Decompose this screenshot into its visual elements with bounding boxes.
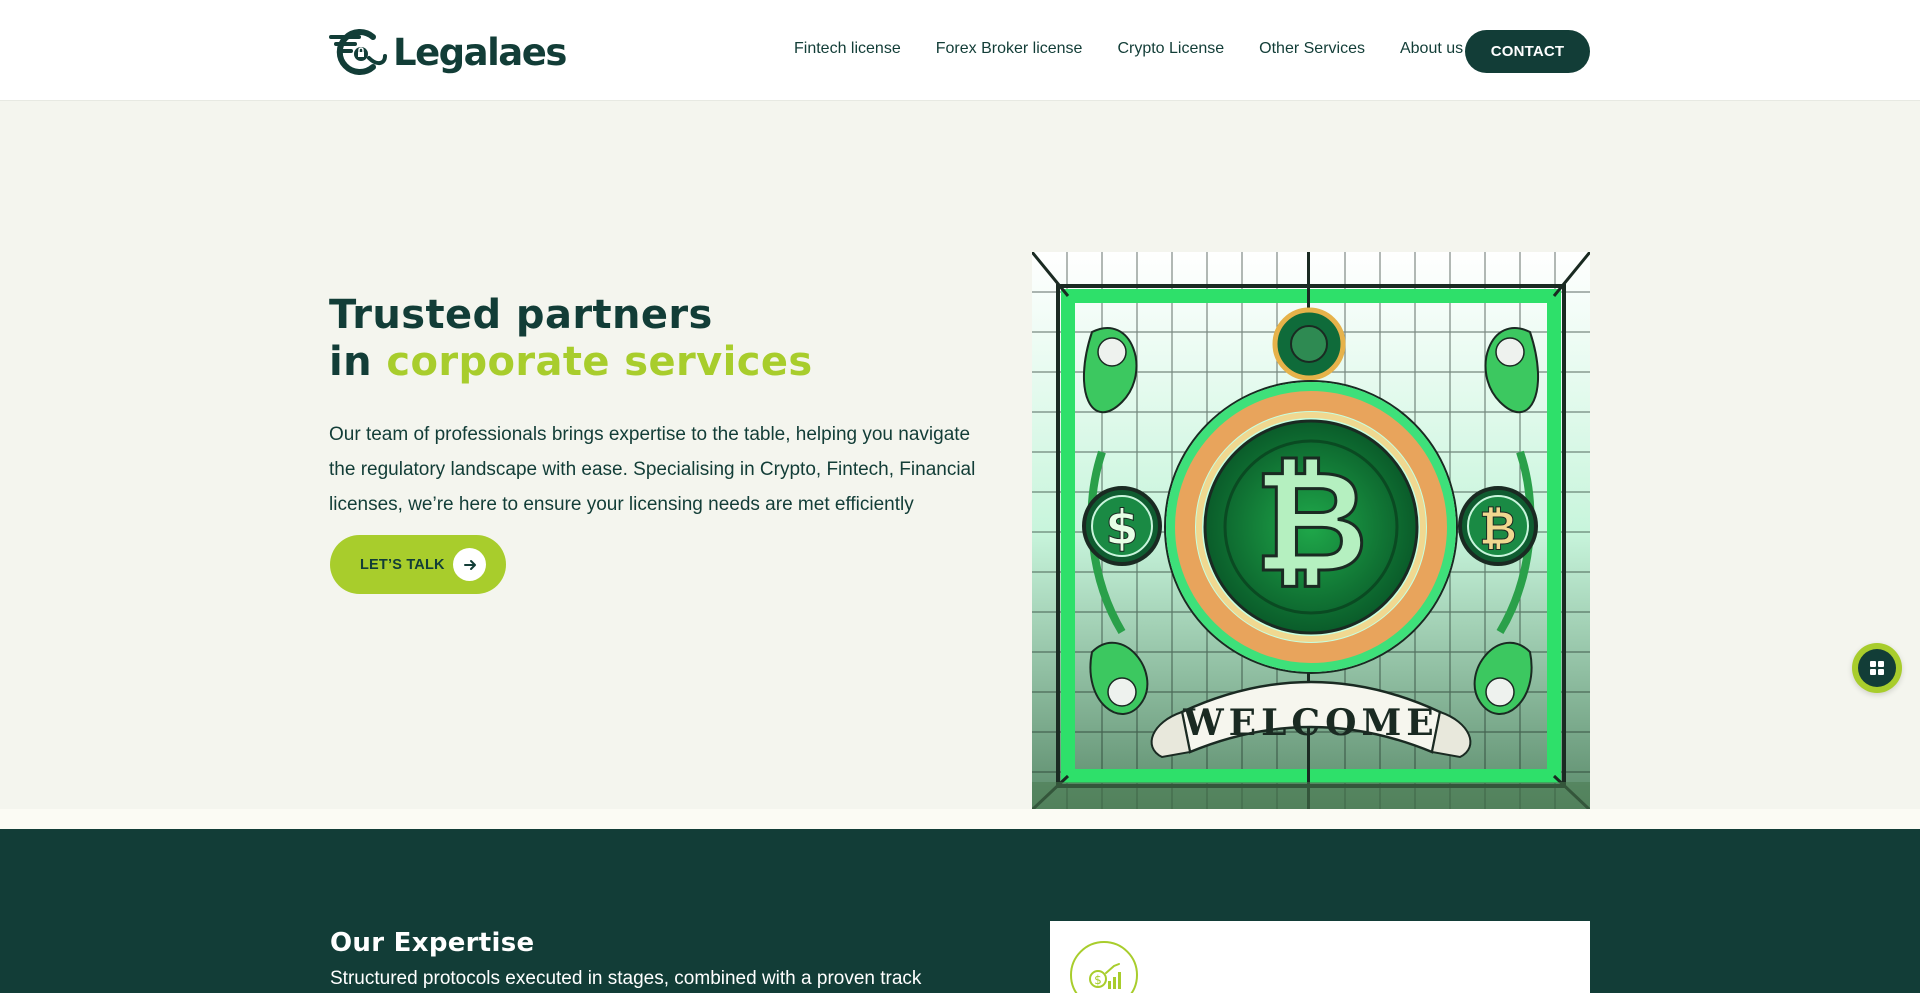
grid-icon — [1858, 649, 1896, 687]
hero-title-accent: corporate services — [386, 339, 813, 385]
lets-talk-label: LET’S TALK — [360, 556, 445, 573]
main-nav: Fintech license Forex Broker license Cry… — [794, 40, 1463, 58]
contact-button[interactable]: CONTACT — [1465, 30, 1590, 73]
hero-title: Trusted partners in corporate services — [329, 292, 813, 386]
floating-widget-button[interactable] — [1852, 643, 1902, 693]
expertise-card[interactable]: $ — [1050, 921, 1590, 993]
section-divider — [0, 809, 1920, 829]
hero-description: Our team of professionals brings experti… — [329, 424, 976, 515]
hero-title-prefix: in — [329, 339, 387, 385]
nav-link-fintech-license[interactable]: Fintech license — [794, 40, 901, 58]
logo-text: Legalaes — [393, 30, 567, 74]
expertise-subtitle: Structured protocols executed in stages,… — [330, 968, 922, 989]
svg-text:$: $ — [1094, 973, 1102, 987]
nav-link-about-us[interactable]: About us — [1400, 40, 1463, 58]
site-header: Legalaes Fintech license Forex Broker li… — [0, 0, 1920, 101]
expertise-title: Our Expertise — [330, 928, 535, 958]
hero-image-caption: WELCOME — [1182, 702, 1438, 744]
money-growth-icon: $ — [1070, 941, 1138, 993]
hero-title-line1: Trusted partners — [329, 292, 713, 338]
nav-link-crypto-license[interactable]: Crypto License — [1117, 40, 1224, 58]
nav-link-other-services[interactable]: Other Services — [1259, 40, 1365, 58]
svg-text:₿: ₿ — [1479, 501, 1517, 555]
logo-icon — [329, 29, 387, 75]
expertise-section: Our Expertise Structured protocols execu… — [0, 829, 1920, 993]
logo[interactable]: Legalaes — [329, 28, 567, 76]
lets-talk-button[interactable]: LET’S TALK — [330, 535, 506, 594]
hero-section: Trusted partners in corporate services O… — [0, 101, 1920, 810]
svg-text:₿: ₿ — [1254, 441, 1368, 604]
nav-link-forex-broker-license[interactable]: Forex Broker license — [936, 40, 1083, 58]
arrow-right-icon — [453, 548, 486, 581]
svg-text:$: $ — [1105, 500, 1138, 556]
hero-stained-glass-image: ₿ $ ₿ WELCOME — [1032, 252, 1590, 810]
